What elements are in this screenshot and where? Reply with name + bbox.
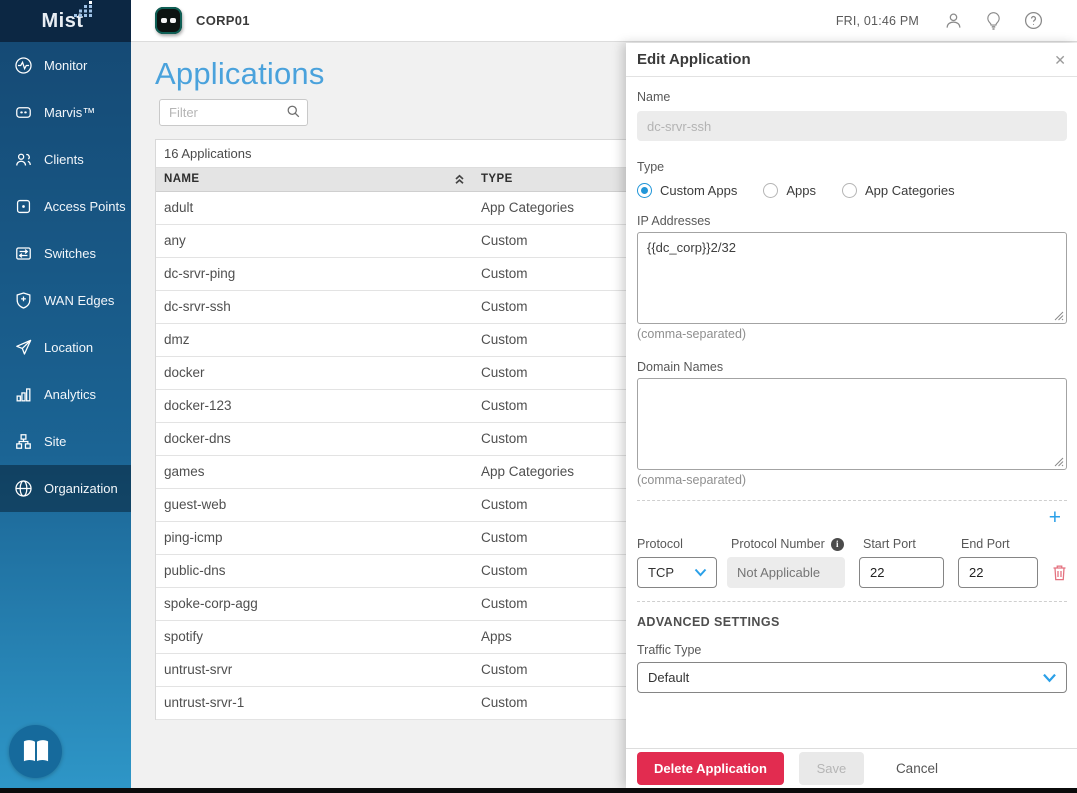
radio-apps[interactable]: Apps [763,183,816,198]
table-row[interactable]: dc-srvr-ping Custom [156,257,626,291]
close-icon[interactable]: ✕ [1054,53,1066,67]
sidebar-item-monitor[interactable]: Monitor [0,42,131,89]
applications-table-card: 16 Applications NAME TYPE adult App Cate… [155,139,627,720]
table-row[interactable]: docker-123 Custom [156,389,626,423]
documentation-button[interactable] [9,725,62,778]
ip-addresses-textarea[interactable]: {{dc_corp}}2/32 [637,232,1067,324]
protocol-select[interactable]: TCP [637,557,717,588]
sidebar-item-access-points[interactable]: Access Points [0,183,131,230]
radio-dot [763,183,779,198]
table-row[interactable]: untrust-srvr-1 Custom [156,686,626,720]
account-icon[interactable] [943,11,963,31]
table-row[interactable]: games App Categories [156,455,626,489]
info-icon: i [830,537,844,551]
monitor-icon [15,57,32,74]
delete-application-button[interactable]: Delete Application [637,752,784,785]
type-radio-group: Custom Apps Apps App Categories [637,183,1067,198]
name-label: Name [637,90,671,104]
ip-hint: (comma-separated) [637,327,747,341]
page-title: Applications [155,56,325,91]
end-port-field[interactable] [958,557,1038,588]
applications-table: NAME TYPE adult App Categories any Custom … [156,168,626,720]
divider [637,500,1067,501]
name-field [637,111,1067,141]
sidebar-item-marvis[interactable]: Marvis™ [0,89,131,136]
sidebar-item-wan-edges[interactable]: WAN Edges [0,277,131,324]
table-row[interactable]: spotify Apps [156,620,626,654]
sidebar-nav: Monitor Marvis™ Clients Access Points Sw… [0,42,131,788]
advanced-settings-heading: ADVANCED SETTINGS [637,615,780,629]
table-row[interactable]: ping-icmp Custom [156,521,626,555]
save-button: Save [798,752,864,785]
applications-count: 16 Applications [156,140,626,168]
type-label: Type [637,160,665,174]
access-points-icon [16,199,31,214]
table-row[interactable]: spoke-corp-agg Custom [156,587,626,621]
chevron-down-icon [694,568,707,577]
site-icon [16,434,31,449]
protocol-number-label: Protocol Number [731,537,825,551]
table-row[interactable]: public-dns Custom [156,554,626,588]
marvis-icon [155,7,182,34]
trash-icon [1053,565,1066,581]
sidebar-item-switches[interactable]: Switches [0,230,131,277]
edit-application-panel: Edit Application ✕ Name Type Custom Apps… [626,43,1077,788]
window-edge [0,788,1077,793]
protocol-number-field [727,557,845,588]
start-port-label: Start Port [863,537,916,551]
radio-custom-apps[interactable]: Custom Apps [637,183,737,198]
radio-app-categories[interactable]: App Categories [841,183,955,198]
start-port-field[interactable] [859,557,944,588]
divider [637,601,1067,602]
add-port-row-button[interactable]: + [1049,507,1061,529]
table-row[interactable]: docker Custom [156,356,626,390]
table-row[interactable]: docker-dns Custom [156,422,626,456]
help-icon[interactable] [1023,11,1043,31]
sidebar-item-clients[interactable]: Clients [0,136,131,183]
open-book-icon [23,739,48,762]
org-selector[interactable]: CORP01 [155,7,250,34]
organization-icon [15,480,32,497]
sidebar-item-analytics[interactable]: Analytics [0,371,131,418]
domain-names-textarea[interactable] [637,378,1067,470]
delete-port-row-button[interactable] [1052,564,1067,581]
table-row[interactable]: untrust-srvr Custom [156,653,626,687]
domain-names-label: Domain Names [637,360,724,374]
marvis-icon [16,107,31,118]
table-row[interactable]: adult App Categories [156,191,626,225]
switches-icon [16,247,31,260]
end-port-label: End Port [961,537,1010,551]
cancel-button[interactable]: Cancel [896,761,938,776]
table-row[interactable]: guest-web Custom [156,488,626,522]
chevron-down-icon [1043,673,1056,682]
location-icon [16,339,32,355]
mist-logo-dots [73,0,92,17]
column-header-type[interactable]: TYPE [473,168,626,192]
top-bar: CORP01 FRI, 01:46 PM [131,0,1077,42]
search-icon [287,105,300,118]
table-row[interactable]: any Custom [156,224,626,258]
panel-title: Edit Application [637,51,751,68]
protocol-label: Protocol [637,537,683,551]
bulb-icon[interactable] [983,11,1003,31]
traffic-type-select[interactable]: Default [637,662,1067,693]
sort-asc-icon [454,174,465,185]
analytics-icon [16,388,31,402]
ip-addresses-label: IP Addresses [637,214,711,228]
table-row[interactable]: dc-srvr-ssh Custom [156,290,626,324]
traffic-type-label: Traffic Type [637,643,702,657]
sidebar-item-organization[interactable]: Organization [0,465,131,512]
clock: FRI, 01:46 PM [835,13,919,28]
radio-dot [841,183,857,198]
table-row[interactable]: dmz Custom [156,323,626,357]
sidebar-item-site[interactable]: Site [0,418,131,465]
clients-icon [16,153,31,166]
org-name: CORP01 [196,13,250,28]
domain-hint: (comma-separated) [637,473,747,487]
sidebar-item-location[interactable]: Location [0,324,131,371]
mist-logo: Mist [0,0,131,42]
wan-edges-icon [16,292,31,309]
column-header-name[interactable]: NAME [156,168,473,192]
radio-dot [637,183,652,198]
